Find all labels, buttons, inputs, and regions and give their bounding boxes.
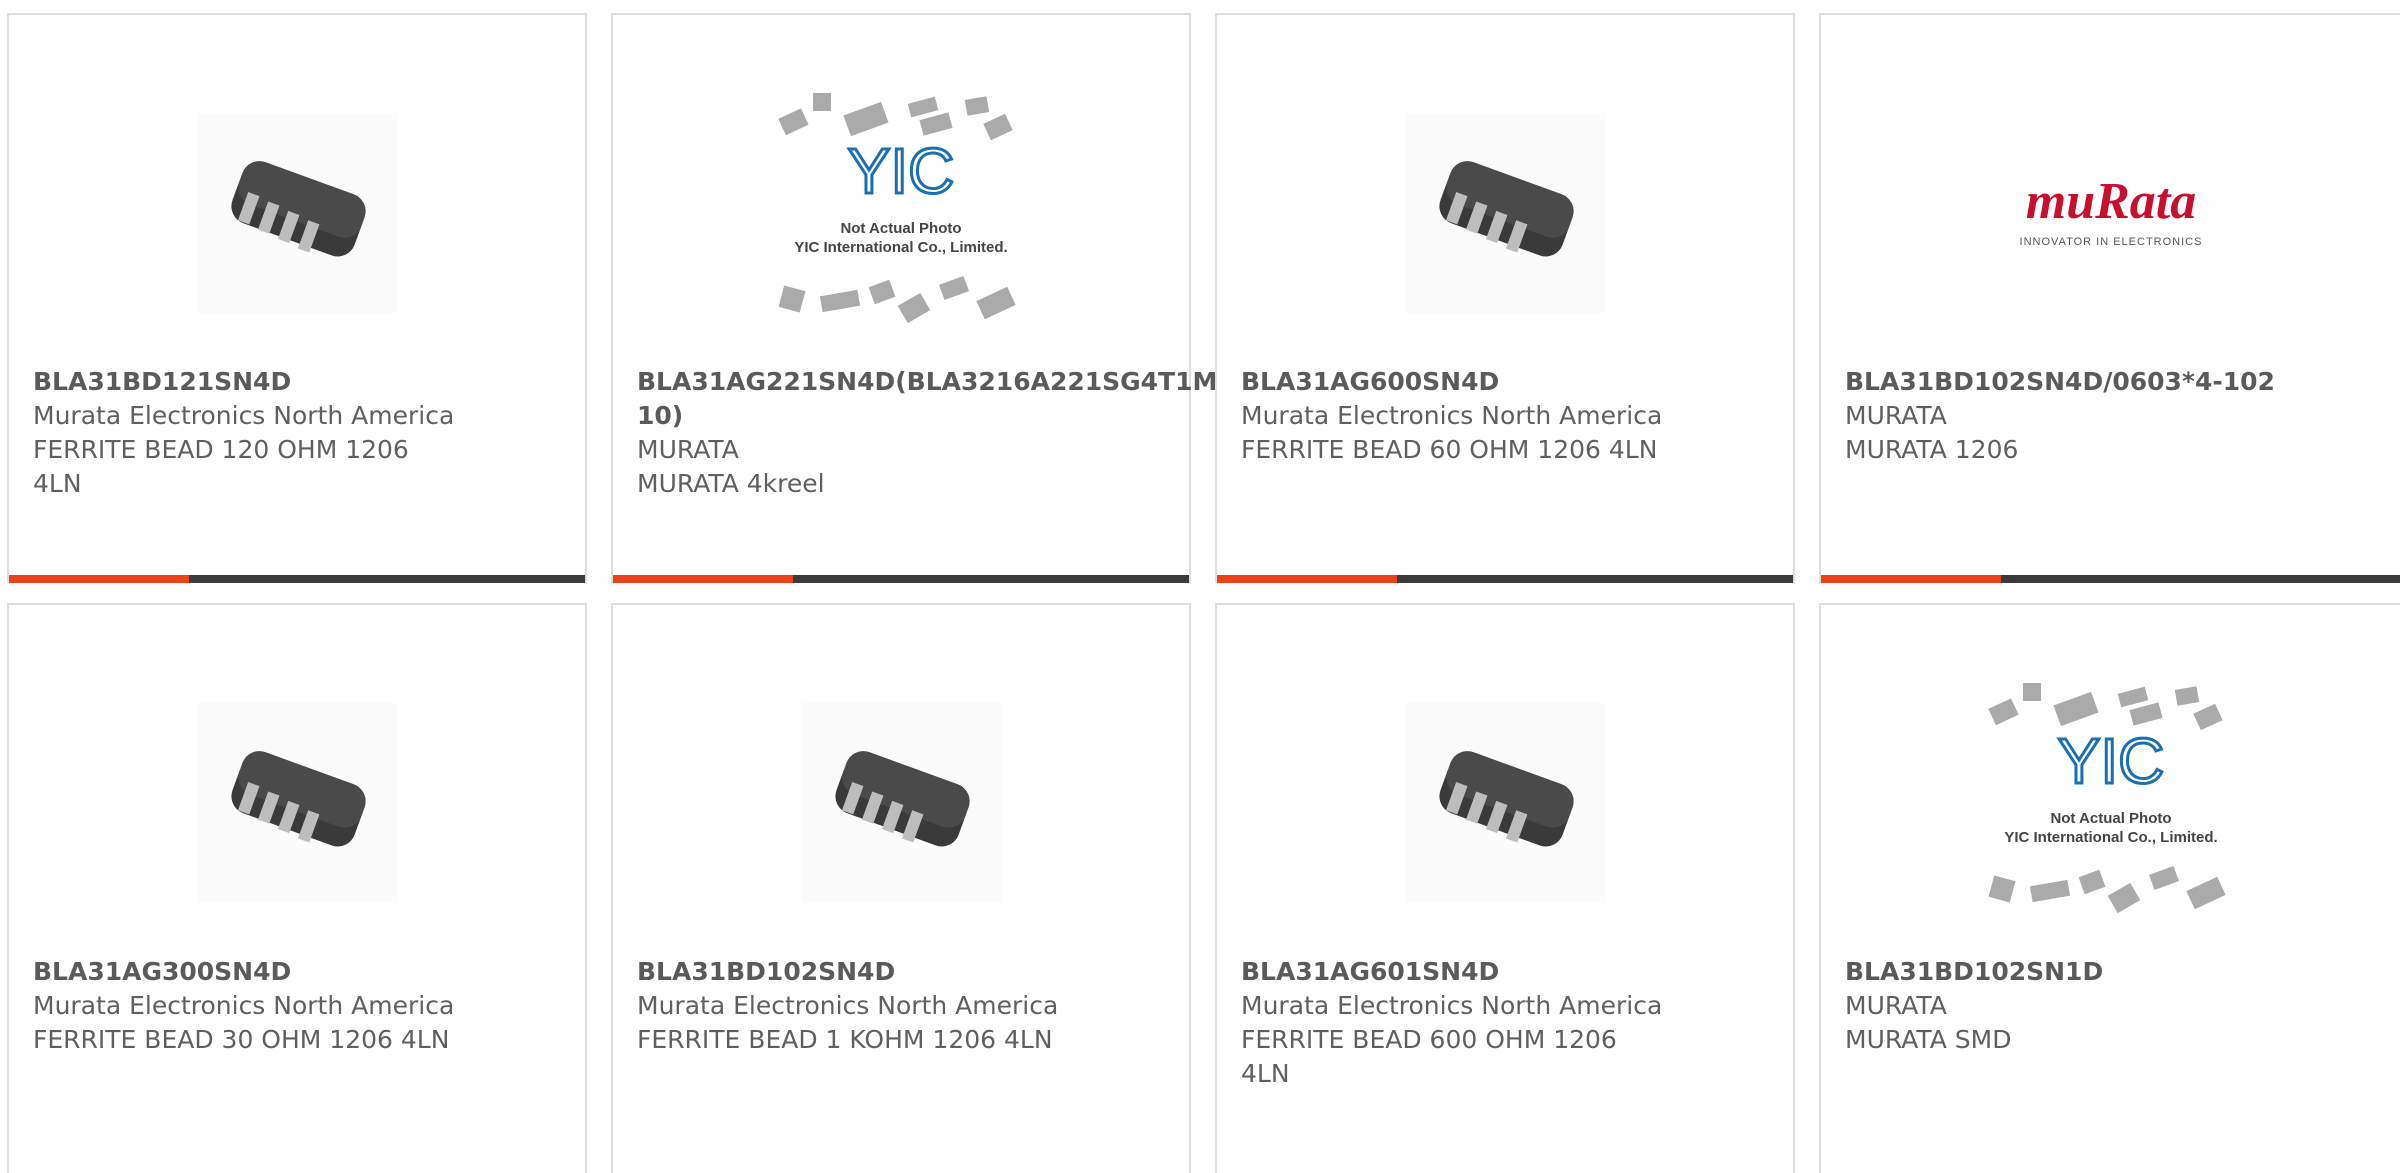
description: FERRITE BEAD 30 OHM 1206 4LN bbox=[33, 1025, 450, 1054]
description: MURATA 1206 bbox=[1845, 435, 2019, 464]
product-card[interactable]: BLA31AG600SN4D Murata Electronics North … bbox=[1215, 13, 1795, 583]
component-icons-bottom bbox=[778, 276, 1016, 324]
part-number-link[interactable]: BLA31BD121SN4D bbox=[33, 365, 593, 399]
product-card[interactable]: BLA31BD102SN4D Murata Electronics North … bbox=[611, 603, 1191, 1173]
product-card[interactable]: BLA31AG601SN4D Murata Electronics North … bbox=[1215, 603, 1795, 1173]
card-bar-accent bbox=[1217, 575, 1397, 583]
product-image[interactable] bbox=[613, 663, 1189, 943]
ferrite-bead-chip-icon bbox=[835, 751, 970, 847]
product-image[interactable] bbox=[9, 663, 585, 943]
chip-photo bbox=[197, 703, 397, 903]
card-progress-bar bbox=[1821, 575, 2400, 583]
product-image[interactable] bbox=[1217, 663, 1793, 943]
part-number-link[interactable]: BLA31AG221SN4D(BLA3216A221SG4T1M0 10) bbox=[637, 365, 1235, 433]
chip-photo bbox=[1405, 113, 1605, 313]
product-image[interactable]: YIC Not Actual Photo YIC International C… bbox=[1821, 663, 2400, 943]
yic-mark: YIC bbox=[848, 135, 955, 207]
component-icons-bottom bbox=[1988, 866, 2226, 914]
part-number-link[interactable]: BLA31BD102SN4D/0603*4-102 bbox=[1845, 365, 2400, 399]
description: FERRITE BEAD 600 OHM 1206 4LN bbox=[1241, 1025, 1617, 1088]
yic-placeholder-image: YIC Not Actual Photo YIC International C… bbox=[1987, 683, 2226, 914]
manufacturer: Murata Electronics North America bbox=[1241, 991, 1663, 1020]
manufacturer: Murata Electronics North America bbox=[1241, 401, 1663, 430]
description: FERRITE BEAD 120 OHM 1206 4LN bbox=[33, 435, 409, 498]
murata-logo-wordmark: muRata bbox=[2025, 173, 2196, 230]
yic-mark: YIC bbox=[2057, 725, 2164, 797]
description: MURATA SMD bbox=[1845, 1025, 2012, 1054]
product-image[interactable]: YIC Not Actual Photo YIC International C… bbox=[613, 73, 1189, 353]
yic-placeholder-image: YIC Not Actual Photo YIC International C… bbox=[778, 93, 1016, 324]
ferrite-bead-chip-icon bbox=[231, 161, 366, 257]
product-card[interactable]: muRata INNOVATOR IN ELECTRONICS BLA31BD1… bbox=[1819, 13, 2400, 583]
ferrite-bead-chip-icon bbox=[231, 751, 366, 847]
description: MURATA 4kreel bbox=[637, 469, 825, 498]
part-number-link[interactable]: BLA31AG600SN4D bbox=[1241, 365, 1801, 399]
product-card[interactable]: BLA31AG300SN4D Murata Electronics North … bbox=[7, 603, 587, 1173]
manufacturer: MURATA bbox=[1845, 401, 1947, 430]
chip-photo bbox=[197, 113, 397, 313]
component-icons-top bbox=[778, 93, 1013, 141]
part-number-link[interactable]: BLA31AG601SN4D bbox=[1241, 955, 1801, 989]
ferrite-bead-chip-icon bbox=[1439, 161, 1574, 257]
chip-photo bbox=[1405, 703, 1605, 903]
card-progress-bar bbox=[9, 575, 585, 583]
product-image[interactable]: muRata INNOVATOR IN ELECTRONICS bbox=[1821, 73, 2400, 353]
product-card[interactable]: BLA31BD121SN4D Murata Electronics North … bbox=[7, 13, 587, 583]
card-bar-accent bbox=[9, 575, 189, 583]
card-bar-accent bbox=[613, 575, 793, 583]
product-card[interactable]: YIC Not Actual Photo YIC International C… bbox=[1819, 603, 2400, 1173]
murata-logo-tagline: INNOVATOR IN ELECTRONICS bbox=[2019, 236, 2202, 248]
product-image[interactable] bbox=[9, 73, 585, 353]
manufacturer: MURATA bbox=[1845, 991, 1947, 1020]
card-progress-bar bbox=[613, 575, 1189, 583]
placeholder-caption-1: Not Actual Photo bbox=[2050, 810, 2171, 827]
placeholder-caption-2: YIC International Co., Limited. bbox=[2004, 829, 2217, 846]
description: FERRITE BEAD 1 KOHM 1206 4LN bbox=[637, 1025, 1053, 1054]
chip-photo bbox=[801, 703, 1001, 903]
part-number-link[interactable]: BLA31AG300SN4D bbox=[33, 955, 593, 989]
description: FERRITE BEAD 60 OHM 1206 4LN bbox=[1241, 435, 1658, 464]
ferrite-bead-chip-icon bbox=[1439, 751, 1574, 847]
part-number-link[interactable]: BLA31BD102SN1D bbox=[1845, 955, 2400, 989]
product-card[interactable]: YIC Not Actual Photo YIC International C… bbox=[611, 13, 1235, 583]
card-bar-accent bbox=[1821, 575, 2001, 583]
component-icons-top bbox=[1987, 683, 2223, 731]
manufacturer: Murata Electronics North America bbox=[637, 991, 1059, 1020]
manufacturer: MURATA bbox=[637, 435, 739, 464]
card-progress-bar bbox=[1217, 575, 1793, 583]
part-number-link[interactable]: BLA31BD102SN4D bbox=[637, 955, 1197, 989]
placeholder-caption-1: Not Actual Photo bbox=[840, 220, 961, 237]
placeholder-caption-2: YIC International Co., Limited. bbox=[794, 239, 1007, 256]
product-image[interactable] bbox=[1217, 73, 1793, 353]
manufacturer: Murata Electronics North America bbox=[33, 991, 455, 1020]
murata-logo: muRata INNOVATOR IN ELECTRONICS bbox=[2019, 173, 2202, 248]
manufacturer: Murata Electronics North America bbox=[33, 401, 455, 430]
